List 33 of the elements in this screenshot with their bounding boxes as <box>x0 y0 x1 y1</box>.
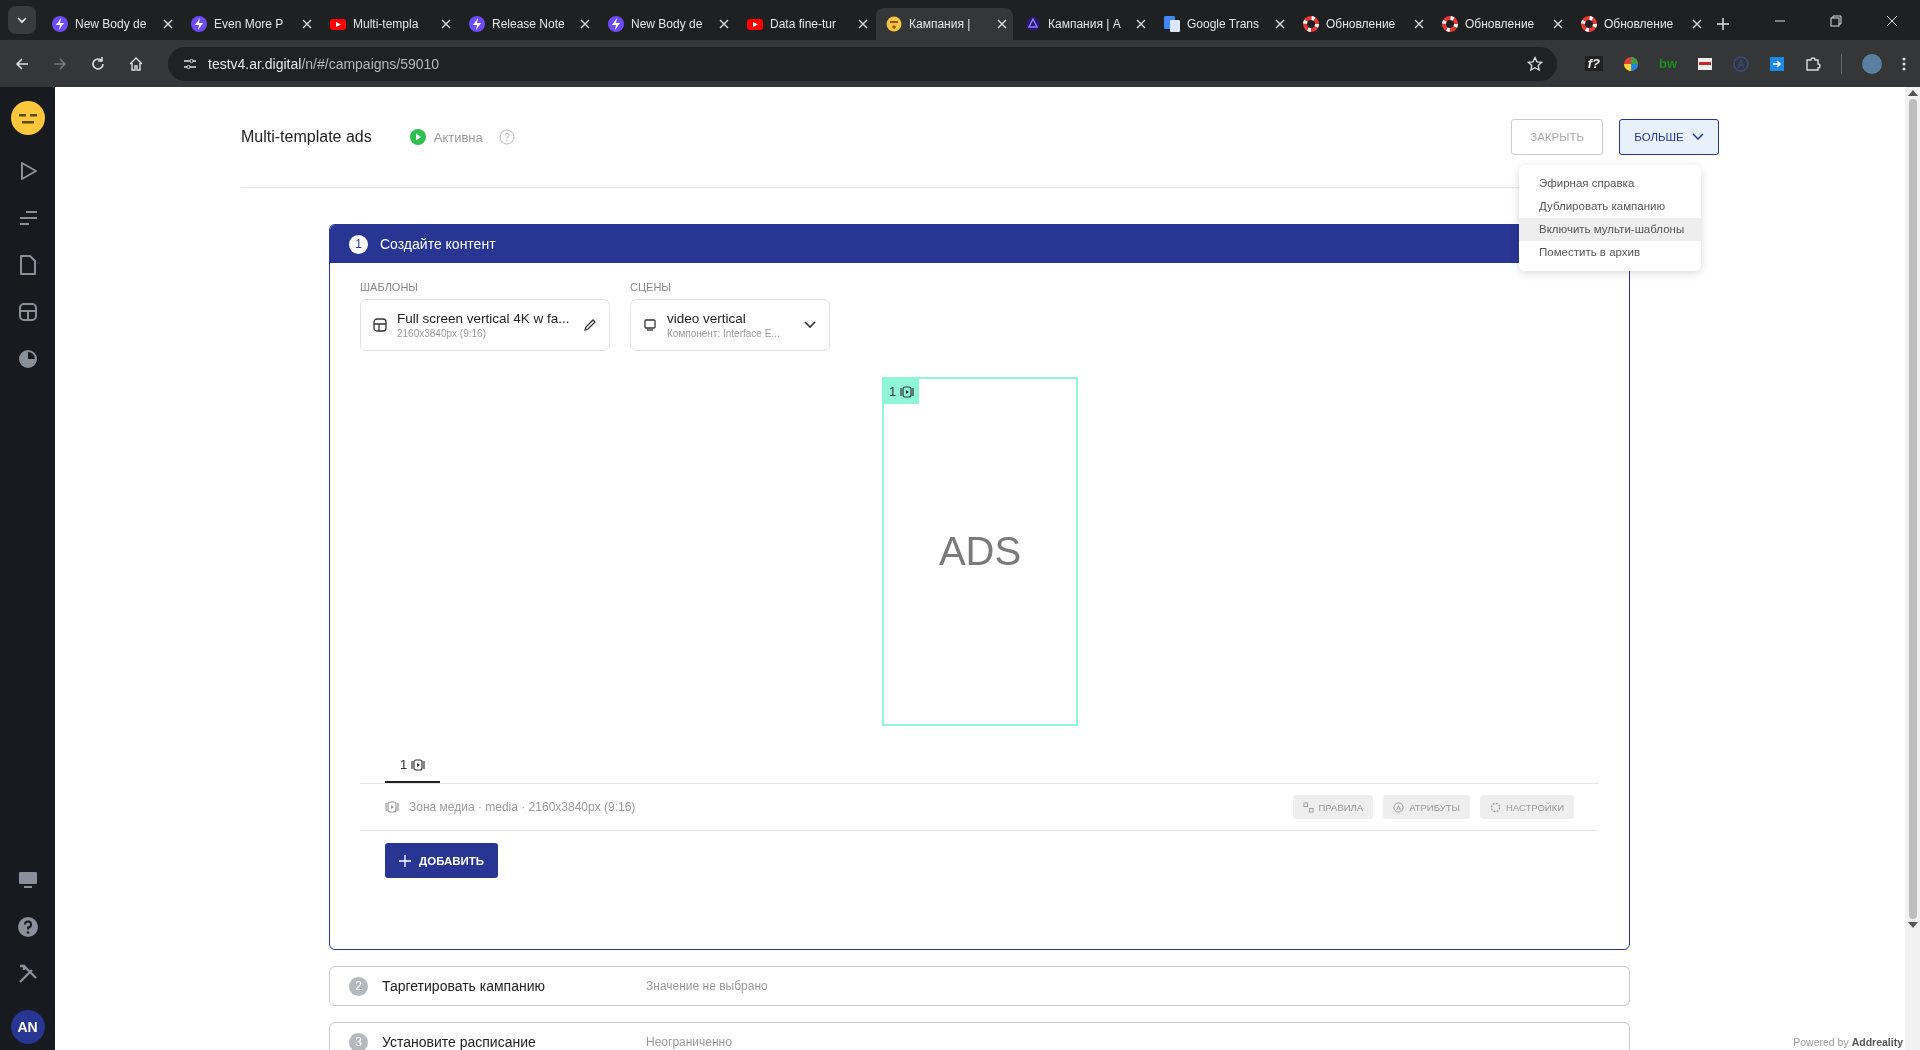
tab-title: Release Note <box>492 17 566 31</box>
tab-title: Обновление <box>1326 17 1397 31</box>
tab-title: Multi-templa <box>353 17 420 31</box>
tab-title: Кампания | A <box>1048 17 1122 31</box>
zone-number: 1 <box>889 384 897 399</box>
zone-description: Зона медиа · media · 2160x3840px (9:16) <box>409 800 636 814</box>
tab-title: Обновление <box>1465 17 1536 31</box>
field-label: ШАБЛОНЫ <box>360 281 420 293</box>
step-value: Неограниченно <box>646 1035 732 1049</box>
tab-title: Data fine-tur <box>770 17 838 31</box>
step-number: 1 <box>349 234 368 254</box>
template-name: Full screen vertical 4K w fa... <box>397 311 571 326</box>
step-number: 2 <box>349 976 368 996</box>
tab-title: Google Trans <box>1187 17 1261 31</box>
url-text: testv4.ar.digital/n/#/campaigns/59010 <box>208 55 441 72</box>
field-label: СЦЕНЫ <box>630 281 673 293</box>
step-title: Создайте контент <box>380 236 496 252</box>
step-title: Установите расписание <box>382 1034 537 1050</box>
tab-title: New Body de <box>75 17 148 31</box>
tab-title: Кампания | <box>909 17 972 31</box>
campaign-title: Multi-template ads <box>241 128 372 146</box>
tab-title: Обновление <box>1604 17 1675 31</box>
tab-title: Even More P <box>214 17 285 31</box>
status-label: Активна <box>433 129 483 145</box>
template-size: 2160x3840px (9:16) <box>397 328 487 339</box>
step-number: 3 <box>349 1032 368 1050</box>
step-value: Значение не выбрано <box>646 979 768 993</box>
scene-name: video vertical <box>667 311 747 326</box>
tab-title: New Body de <box>631 17 704 31</box>
preview-text: ADS <box>938 529 1022 574</box>
step-title: Таргетировать кампанию <box>382 978 547 994</box>
powered-by-text: Powered by Addreality <box>1793 1036 1903 1048</box>
scene-component: Компонент: Interface E... <box>667 328 781 339</box>
